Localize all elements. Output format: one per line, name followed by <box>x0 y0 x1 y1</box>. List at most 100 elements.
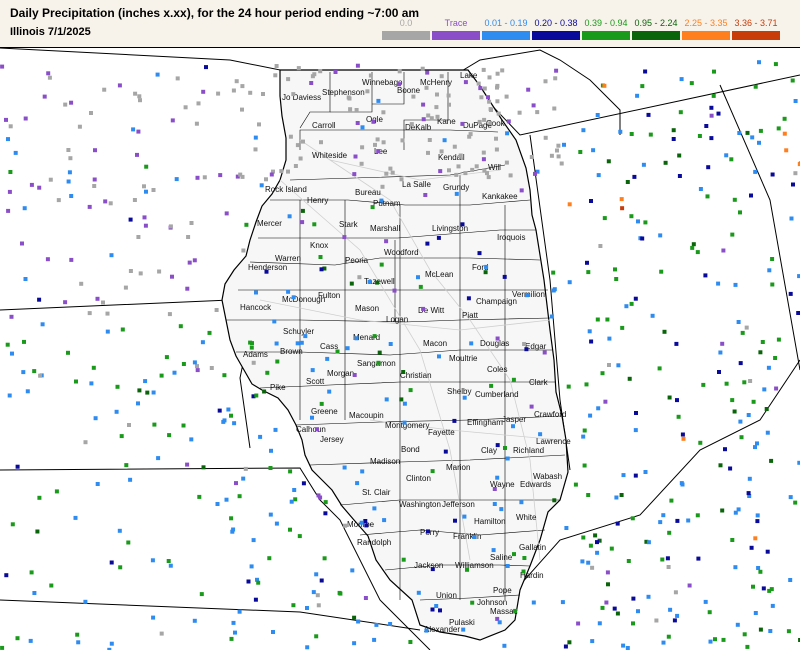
station-marker <box>627 376 632 381</box>
county-label: Bond <box>401 445 420 454</box>
station-marker <box>388 342 393 346</box>
station-marker <box>737 131 742 135</box>
county-label: Putnam <box>373 199 401 208</box>
station-marker <box>613 267 617 272</box>
station-marker <box>79 281 84 286</box>
station-marker <box>69 194 74 198</box>
station-marker <box>109 253 114 258</box>
station-marker <box>435 114 440 119</box>
station-marker <box>119 434 124 439</box>
station-marker <box>224 497 229 502</box>
station-marker <box>32 369 37 374</box>
station-marker <box>101 300 105 305</box>
station-marker <box>439 74 444 79</box>
station-marker <box>632 174 637 179</box>
station-marker <box>192 360 197 365</box>
station-marker <box>164 355 169 360</box>
station-marker <box>196 101 201 106</box>
station-marker <box>126 540 131 545</box>
station-marker <box>679 77 684 82</box>
station-marker <box>40 322 45 327</box>
station-marker <box>466 296 471 301</box>
station-marker <box>144 164 149 169</box>
county-label: Cumberland <box>475 390 519 399</box>
county-label: Grundy <box>443 183 469 192</box>
station-marker <box>553 76 558 81</box>
station-marker <box>293 164 298 168</box>
legend-item: 0.95 - 2.24 <box>632 17 680 40</box>
station-marker <box>186 235 191 239</box>
station-marker <box>215 502 220 506</box>
station-marker <box>636 219 640 224</box>
station-marker <box>373 142 377 147</box>
station-marker <box>643 220 648 225</box>
county-label: Pope <box>493 586 512 595</box>
station-marker <box>446 93 451 98</box>
station-marker <box>631 596 636 601</box>
station-marker <box>634 411 638 415</box>
station-marker <box>607 363 611 367</box>
station-marker <box>185 286 190 291</box>
station-marker <box>447 102 451 107</box>
station-marker <box>174 177 179 182</box>
station-marker <box>56 198 61 203</box>
station-marker <box>660 557 665 562</box>
station-marker <box>291 603 296 608</box>
station-marker <box>253 135 258 140</box>
station-marker <box>231 88 236 93</box>
station-marker <box>418 284 423 289</box>
county-label: Jackson <box>414 561 443 570</box>
station-marker <box>74 379 78 384</box>
station-marker <box>274 341 279 346</box>
station-marker <box>595 317 600 322</box>
station-marker <box>713 637 717 642</box>
station-marker <box>360 125 365 130</box>
station-marker <box>581 434 586 439</box>
station-marker <box>300 220 305 225</box>
station-marker <box>230 529 235 534</box>
station-marker <box>732 409 737 414</box>
station-marker <box>595 550 600 555</box>
station-marker <box>319 401 324 406</box>
station-marker <box>0 64 5 69</box>
station-marker <box>136 235 141 239</box>
legend-item: Trace <box>432 17 480 40</box>
station-marker <box>675 518 680 523</box>
station-marker <box>615 611 620 616</box>
station-marker <box>672 618 677 623</box>
station-marker <box>552 498 557 503</box>
station-marker <box>472 535 477 539</box>
county-label: Mercer <box>257 219 282 228</box>
station-marker <box>504 94 509 99</box>
county-label: Moultrie <box>449 354 478 363</box>
station-marker <box>131 127 136 132</box>
county-label: Jasper <box>502 415 526 424</box>
station-marker <box>513 608 518 613</box>
station-marker <box>606 159 611 164</box>
station-marker <box>629 132 634 136</box>
station-marker <box>554 68 559 73</box>
station-marker <box>438 169 443 174</box>
station-marker <box>75 632 80 637</box>
station-marker <box>127 423 131 427</box>
station-marker <box>718 350 723 355</box>
station-marker <box>508 173 513 178</box>
station-marker <box>749 193 753 198</box>
county-label: Kankakee <box>482 192 518 201</box>
station-marker <box>248 90 253 95</box>
station-marker <box>118 565 123 570</box>
county-label: Washington <box>399 500 441 509</box>
station-marker <box>676 414 681 419</box>
station-marker <box>776 126 781 131</box>
station-marker <box>629 301 634 306</box>
station-marker <box>264 177 268 182</box>
legend-item: 3.36 - 3.71 <box>732 17 780 40</box>
station-marker <box>761 586 766 591</box>
station-marker <box>108 201 113 206</box>
station-marker <box>434 604 439 608</box>
station-marker <box>192 258 197 263</box>
station-marker <box>458 153 463 158</box>
station-marker <box>401 370 406 374</box>
lower-west-border <box>0 599 421 631</box>
station-marker <box>416 275 420 280</box>
